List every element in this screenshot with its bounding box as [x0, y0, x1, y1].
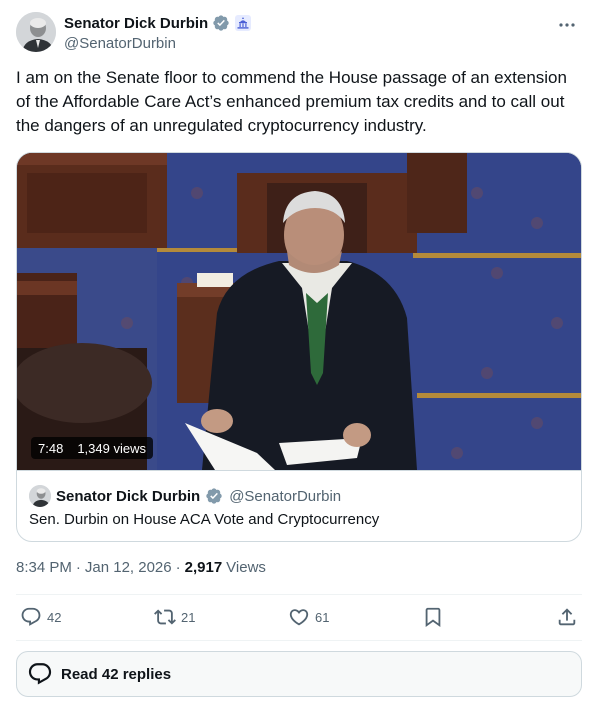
tweet-header: Senator Dick Durbin @SenatorDurbin — [16, 12, 582, 56]
reply-icon — [21, 607, 41, 626]
like-count: 61 — [315, 609, 330, 625]
author-handle[interactable]: @SenatorDurbin — [64, 35, 252, 52]
tweet-date[interactable]: Jan 12, 2026 — [85, 559, 172, 576]
read-replies-label: Read 42 replies — [61, 665, 172, 683]
divider — [16, 640, 582, 641]
reply-button[interactable]: 42 — [20, 606, 61, 628]
share-icon — [558, 608, 576, 626]
video-player[interactable]: 7:48 1,349 views — [17, 153, 581, 470]
comments-icon — [28, 663, 52, 685]
read-replies-button[interactable]: Read 42 replies — [16, 651, 582, 697]
author-name[interactable]: Senator Dick Durbin — [64, 15, 208, 32]
repost-count: 21 — [181, 609, 196, 625]
verified-badge-icon — [205, 487, 223, 505]
quote-author-name[interactable]: Senator Dick Durbin — [56, 488, 200, 505]
quote-avatar[interactable] — [29, 485, 51, 507]
repost-button[interactable]: 21 — [154, 606, 195, 628]
video-stats-overlay: 7:48 1,349 views — [31, 437, 153, 459]
bookmark-icon — [425, 607, 441, 628]
bookmark-button[interactable] — [422, 606, 444, 628]
more-options-icon[interactable] — [554, 14, 580, 36]
tweet-time[interactable]: 8:34 PM — [16, 559, 72, 576]
tweet-text: I am on the Senate floor to commend the … — [16, 68, 567, 135]
heart-icon — [289, 609, 309, 626]
video-title: Sen. Durbin on House ACA Vote and Crypto… — [29, 511, 380, 528]
views-count: 2,917 — [184, 559, 223, 576]
reply-count: 42 — [47, 609, 62, 625]
quote-author-handle[interactable]: @SenatorDurbin — [229, 488, 341, 505]
video-attribution[interactable]: Senator Dick Durbin @SenatorDurbin Sen. … — [17, 470, 581, 541]
video-card[interactable]: 7:48 1,349 views Senator Dick Durbin @Se… — [16, 152, 582, 542]
meta-separator: · — [75, 559, 81, 576]
action-bar: 42 21 61 — [16, 606, 582, 634]
repost-icon — [154, 609, 176, 625]
video-duration: 7:48 — [38, 440, 64, 456]
tweet-meta: 8:34 PM · Jan 12, 2026 · 2,917 Views — [16, 559, 266, 576]
capitol-icon[interactable] — [234, 14, 252, 32]
video-views: 1,349 views — [77, 440, 146, 456]
like-button[interactable]: 61 — [288, 606, 329, 628]
views-label: Views — [226, 559, 266, 576]
divider — [16, 594, 582, 595]
verified-badge-icon[interactable] — [212, 14, 230, 32]
share-button[interactable] — [556, 606, 578, 628]
meta-separator: · — [175, 559, 181, 576]
avatar[interactable] — [16, 12, 56, 52]
